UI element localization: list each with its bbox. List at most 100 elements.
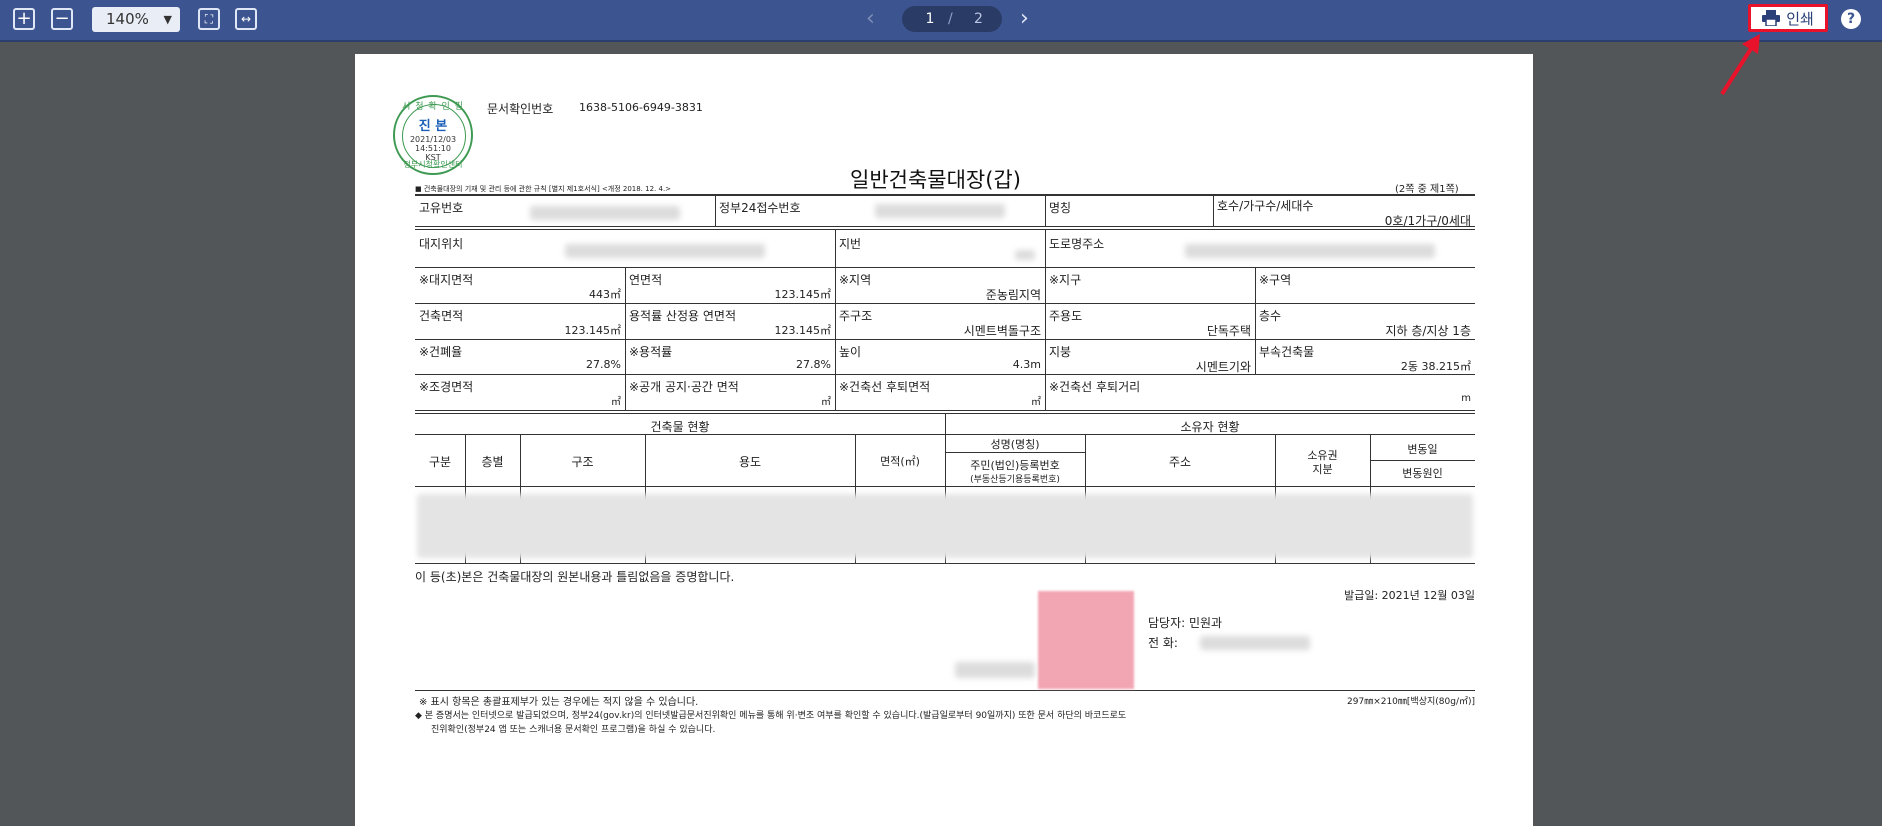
annex-value: 2동 38.215㎡ bbox=[1400, 360, 1471, 373]
paper-size: 297㎜×210㎜[백상지(80g/㎡)] bbox=[1347, 697, 1475, 707]
col-address: 주소 bbox=[1168, 455, 1192, 469]
zoom-out-button[interactable]: − bbox=[51, 8, 73, 30]
roof-value: 시멘트기와 bbox=[1195, 360, 1251, 374]
col-owner-reg2: (부동산등기용등록번호) bbox=[970, 475, 1060, 485]
viewer-toolbar: + − 140% ▼ ⛶ ↔ ‹ 1 / 2 › 인쇄 ? bbox=[0, 0, 1882, 42]
name-label: 명칭 bbox=[1049, 201, 1072, 215]
redacted-lot bbox=[1015, 250, 1035, 260]
road-label: 도로명주소 bbox=[1049, 237, 1105, 251]
unique-no-label: 고유번호 bbox=[419, 201, 464, 215]
col-owner-reg: 주민(법인)등록번호 bbox=[970, 459, 1060, 472]
building-area-label: 건축면적 bbox=[419, 309, 464, 323]
site-label: 대지위치 bbox=[419, 237, 464, 251]
minus-square-icon: − bbox=[54, 8, 70, 29]
landscape-label: ※조경면적 bbox=[419, 380, 474, 394]
chevron-down-icon: ▼ bbox=[163, 13, 172, 26]
page-indicator: 1 / 2 bbox=[902, 6, 1002, 32]
col-change-date: 변동일 bbox=[1407, 443, 1438, 456]
zoom-in-button[interactable]: + bbox=[13, 8, 35, 30]
next-page-button[interactable]: › bbox=[1020, 6, 1029, 32]
plus-square-icon: + bbox=[16, 8, 32, 29]
document-page: 시 청 확 인 필 진 본 2021/12/03 14:51:10 KST 정부… bbox=[355, 54, 1533, 826]
fit-page-icon: ⛶ bbox=[204, 12, 214, 26]
fit-width-button[interactable]: ↔ bbox=[235, 8, 257, 30]
footnote-1: ※ 표시 항목은 총괄표제부가 있는 경우에는 적지 않을 수 있습니다. bbox=[419, 697, 699, 708]
fit-page-button[interactable]: ⛶ bbox=[198, 8, 220, 30]
page-count-label: (2쪽 중 제1쪽) bbox=[1395, 184, 1459, 195]
stamp-date: 2021/12/03 bbox=[409, 135, 457, 144]
zone-value: 준농림지역 bbox=[985, 288, 1041, 302]
chevron-right-icon: › bbox=[1020, 6, 1029, 31]
annotation-arrow-icon bbox=[1720, 34, 1760, 96]
structure-value: 시멘트벽돌구조 bbox=[963, 324, 1041, 338]
doc-confirm-label: 문서확인번호 bbox=[487, 102, 554, 116]
total-pages: 2 bbox=[974, 11, 983, 27]
certify-text: 이 등(초)본은 건축물대장의 원본내용과 틀림없음을 증명합니다. bbox=[415, 570, 735, 584]
landscape-unit: ㎡ bbox=[611, 397, 621, 408]
redacted-road-address bbox=[1185, 244, 1435, 258]
floors-label: 층수 bbox=[1259, 309, 1282, 323]
redacted-table-rows bbox=[417, 494, 1473, 558]
stamp-bottom-text: 정부시청확인센터 bbox=[403, 160, 463, 169]
redacted-unique-no bbox=[530, 206, 680, 220]
owner-status-header: 소유자 현황 bbox=[1180, 420, 1240, 434]
col-structure: 구조 bbox=[571, 455, 594, 469]
bcr-label: ※건폐율 bbox=[419, 345, 463, 359]
use-label: 주용도 bbox=[1049, 309, 1083, 323]
col-use: 용도 bbox=[738, 455, 762, 469]
redacted-issuer bbox=[955, 662, 1035, 678]
col-change-reason: 변동원인 bbox=[1402, 467, 1443, 480]
setback-dist-unit: m bbox=[1461, 393, 1471, 404]
page-separator: / bbox=[948, 11, 953, 27]
zoom-select[interactable]: 140% ▼ bbox=[92, 7, 180, 32]
use-value: 단독주택 bbox=[1206, 324, 1251, 338]
current-page-input[interactable]: 1 bbox=[920, 6, 940, 32]
chevron-left-icon: ‹ bbox=[866, 6, 875, 31]
public-space-unit: ㎡ bbox=[821, 397, 831, 408]
lot-label: 지번 bbox=[839, 237, 862, 251]
units-label: 호수/가구수/세대수 bbox=[1217, 199, 1314, 213]
phone-label: 전 화: bbox=[1148, 636, 1178, 650]
setback-area-label: ※건축선 후퇴면적 bbox=[839, 380, 931, 394]
doc-confirm-number: 1638-5106-6949-3831 bbox=[579, 101, 703, 114]
printer-icon bbox=[1762, 10, 1781, 26]
col-area: 면적(㎡) bbox=[880, 455, 920, 468]
redacted-phone bbox=[1200, 636, 1310, 650]
annex-label: 부속건축물 bbox=[1259, 345, 1315, 359]
stamp-main-text: 진 본 bbox=[418, 119, 448, 134]
structure-label: 주구조 bbox=[839, 309, 873, 323]
far-floor-value: 123.145㎡ bbox=[774, 324, 832, 337]
building-area-value: 123.145㎡ bbox=[564, 324, 622, 337]
regulation-note: ■ 건축물대장의 기재 및 관리 등에 관한 규칙 [별지 제1호서식] <개정… bbox=[415, 185, 672, 193]
footnote-2: ◆ 본 증명서는 인터넷으로 발급되었으며, 정부24(gov.kr)의 인터넷… bbox=[415, 711, 1127, 721]
far-label: ※용적률 bbox=[629, 345, 673, 359]
authenticity-stamp: 시 청 확 인 필 진 본 2021/12/03 14:51:10 KST 정부… bbox=[393, 95, 473, 175]
area-label: ※구역 bbox=[1259, 273, 1292, 287]
zone-label: ※지역 bbox=[839, 273, 872, 287]
height-label: 높이 bbox=[839, 345, 862, 359]
height-value: 4.3m bbox=[1012, 358, 1041, 371]
fit-width-icon: ↔ bbox=[240, 12, 252, 26]
gov24-label: 정부24접수번호 bbox=[719, 201, 801, 215]
prev-page-button[interactable]: ‹ bbox=[866, 6, 875, 32]
print-label: 인쇄 bbox=[1786, 9, 1814, 28]
site-area-label: ※대지면적 bbox=[419, 273, 474, 287]
issue-date: 발급일: 2021년 12월 03일 bbox=[1344, 589, 1475, 602]
floors-value: 지하 층/지상 1층 bbox=[1385, 324, 1471, 338]
print-button[interactable]: 인쇄 bbox=[1748, 4, 1828, 32]
bcr-value: 27.8% bbox=[586, 358, 621, 371]
help-button[interactable]: ? bbox=[1841, 9, 1861, 29]
total-floor-label: 연면적 bbox=[629, 273, 663, 287]
stamp-top-text: 시 청 확 인 필 bbox=[402, 102, 464, 112]
col-owner-name: 성명(명칭) bbox=[990, 438, 1040, 451]
col-share-2: 지분 bbox=[1312, 463, 1333, 476]
redacted-site bbox=[565, 244, 765, 258]
stamp-time: 14:51:10 bbox=[415, 144, 451, 153]
zoom-level: 140% bbox=[106, 10, 149, 28]
roof-label: 지붕 bbox=[1049, 345, 1072, 359]
building-status-header: 건축물 현황 bbox=[650, 420, 710, 434]
official-seal-redacted bbox=[1038, 591, 1134, 689]
setback-area-unit: ㎡ bbox=[1031, 397, 1041, 408]
site-area-value: 443㎡ bbox=[589, 288, 621, 301]
units-value: 0호/1가구/0세대 bbox=[1384, 214, 1471, 228]
